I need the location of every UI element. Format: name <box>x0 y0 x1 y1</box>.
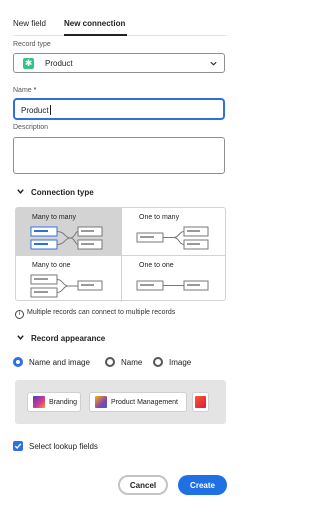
radio-label: Image <box>169 357 192 367</box>
cancel-button[interactable]: Cancel <box>118 475 168 495</box>
connection-type-grid: Many to many One to many Many to one One… <box>15 207 226 302</box>
tab-new-field[interactable]: New field <box>13 19 46 35</box>
option-many-to-one[interactable]: Many to one <box>16 255 121 302</box>
description-label: Description <box>13 124 49 131</box>
option-label: One to one <box>139 262 174 269</box>
option-one-to-one[interactable]: One to one <box>121 255 226 302</box>
preview-chip: Branding <box>27 392 81 412</box>
record-thumbnail <box>95 396 107 408</box>
select-lookup-fields-checkbox[interactable]: Select lookup fields <box>13 441 98 451</box>
radio-label: Name and image <box>29 357 90 367</box>
radio-name[interactable]: Name <box>105 356 142 368</box>
tab-new-connection[interactable]: New connection <box>64 19 125 35</box>
many-to-many-icon <box>30 226 103 250</box>
record-appearance-header[interactable]: Record appearance <box>16 333 105 343</box>
radio-label: Name <box>121 357 143 367</box>
name-value-text: Product <box>21 106 49 115</box>
info-icon: i <box>15 310 24 319</box>
name-label-text: Name <box>13 87 32 94</box>
required-mark: * <box>33 87 37 94</box>
asterisk-icon: ✱ <box>23 58 34 69</box>
one-to-one-icon <box>136 280 209 291</box>
chip-label: Product Management <box>111 398 178 406</box>
option-label: Many to many <box>32 214 76 221</box>
option-label: One to many <box>139 214 180 221</box>
radio-button[interactable] <box>153 357 163 367</box>
radio-name-and-image[interactable]: Name and image <box>13 356 90 368</box>
name-input-value: Product <box>21 105 51 115</box>
name-input[interactable]: Product <box>13 98 225 120</box>
record-type-value: Product <box>45 59 73 68</box>
preview-chip: Product Management <box>89 392 187 412</box>
text-caret <box>49 105 51 115</box>
connection-type-help: i Multiple records can connect to multipl… <box>15 309 175 319</box>
preview-chip <box>192 392 209 412</box>
connection-type-header[interactable]: Connection type <box>16 187 94 197</box>
record-type-label: Record type <box>13 41 51 48</box>
checkbox-label: Select lookup fields <box>29 441 98 451</box>
radio-button[interactable] <box>13 357 23 367</box>
option-one-to-many[interactable]: One to many <box>121 208 226 255</box>
radio-image[interactable]: Image <box>153 356 191 368</box>
record-appearance-title: Record appearance <box>31 334 106 343</box>
chevron-down-icon <box>17 189 24 194</box>
many-to-one-icon <box>30 274 103 298</box>
chevron-down-icon <box>17 335 24 340</box>
connection-type-help-text: Multiple records can connect to multiple… <box>27 309 176 316</box>
one-to-many-icon <box>136 226 209 250</box>
record-type-select[interactable]: ✱ Product <box>13 53 225 73</box>
tab-bar: New field New connection <box>13 17 227 36</box>
tab-selected-indicator <box>64 34 127 36</box>
record-thumbnail <box>33 396 45 408</box>
radio-button[interactable] <box>105 357 115 367</box>
chevron-down-icon <box>210 61 217 66</box>
checkbox[interactable] <box>13 441 23 451</box>
connection-type-title: Connection type <box>31 188 94 197</box>
create-button[interactable]: Create <box>178 475 227 495</box>
record-appearance-radio-group: Name and image Name Image <box>13 356 227 368</box>
record-appearance-preview: Branding Product Management <box>15 380 226 424</box>
option-many-to-many[interactable]: Many to many <box>16 208 121 255</box>
description-textarea[interactable] <box>13 137 225 174</box>
record-thumbnail <box>195 396 206 408</box>
name-label: Name * <box>13 87 36 94</box>
option-label: Many to one <box>32 262 71 269</box>
checkmark-icon <box>14 443 22 450</box>
chip-label: Branding <box>49 398 78 406</box>
